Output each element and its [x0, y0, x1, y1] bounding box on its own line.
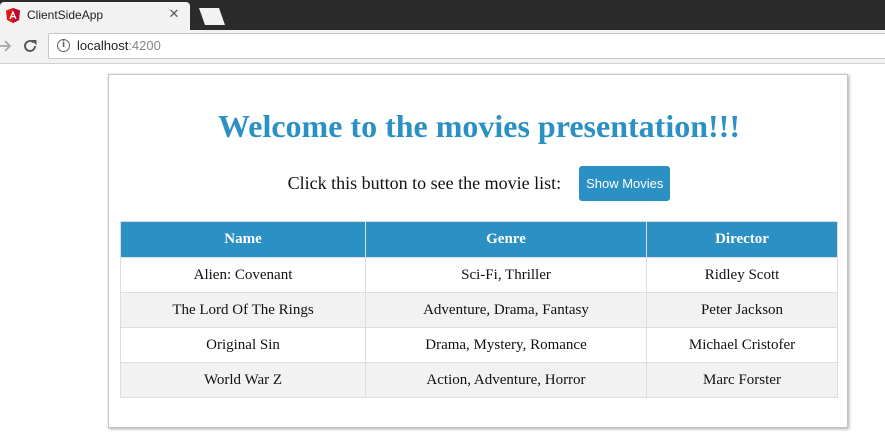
movies-table: Name Genre Director Alien: Covenant Sci-…: [120, 221, 838, 398]
cell-genre: Drama, Mystery, Romance: [365, 327, 647, 363]
prompt-text: Click this button to see the movie list:: [287, 173, 562, 193]
table-row: Original Sin Drama, Mystery, Romance Mic…: [120, 327, 838, 363]
cell-genre: Sci-Fi, Thriller: [365, 257, 647, 293]
cell-director: Ridley Scott: [646, 257, 838, 293]
url-port: :4200: [128, 38, 161, 53]
browser-toolbar: i localhost:4200: [0, 30, 885, 64]
app-panel: Welcome to the movies presentation!!! Cl…: [108, 74, 848, 428]
cell-name: Alien: Covenant: [120, 257, 366, 293]
tab-title: ClientSideApp: [27, 8, 104, 22]
cell-genre: Adventure, Drama, Fantasy: [365, 292, 647, 328]
angular-favicon-icon: [6, 8, 20, 23]
url-host: localhost: [77, 38, 129, 53]
info-icon[interactable]: i: [57, 39, 70, 52]
cell-director: Peter Jackson: [646, 292, 838, 328]
tab-strip: ClientSideApp ✕: [0, 0, 885, 30]
new-tab-icon[interactable]: [195, 8, 227, 25]
reload-icon[interactable]: [22, 38, 38, 54]
table-header-row: Name Genre Director: [120, 221, 838, 258]
header-genre: Genre: [365, 221, 647, 258]
cell-name: The Lord Of The Rings: [120, 292, 366, 328]
cell-name: Original Sin: [120, 327, 366, 363]
table-row: Alien: Covenant Sci-Fi, Thriller Ridley …: [120, 257, 838, 293]
cell-director: Marc Forster: [646, 362, 838, 398]
table-row: World War Z Action, Adventure, Horror Ma…: [120, 362, 838, 398]
table-row: The Lord Of The Rings Adventure, Drama, …: [120, 292, 838, 328]
cell-director: Michael Cristofer: [646, 327, 838, 363]
page-title: Welcome to the movies presentation!!!: [218, 108, 740, 144]
forward-arrow-icon[interactable]: [0, 38, 12, 54]
url-text[interactable]: localhost:4200: [77, 38, 161, 53]
prompt-row: Click this button to see the movie list:…: [109, 165, 849, 201]
browser-tab[interactable]: ClientSideApp ✕: [0, 2, 190, 30]
cell-genre: Action, Adventure, Horror: [365, 362, 647, 398]
header-name: Name: [120, 221, 366, 258]
close-icon[interactable]: ✕: [167, 7, 181, 23]
cell-name: World War Z: [120, 362, 366, 398]
address-bar[interactable]: i localhost:4200: [48, 33, 885, 59]
show-movies-button[interactable]: Show Movies: [579, 165, 671, 201]
header-director: Director: [646, 221, 838, 258]
